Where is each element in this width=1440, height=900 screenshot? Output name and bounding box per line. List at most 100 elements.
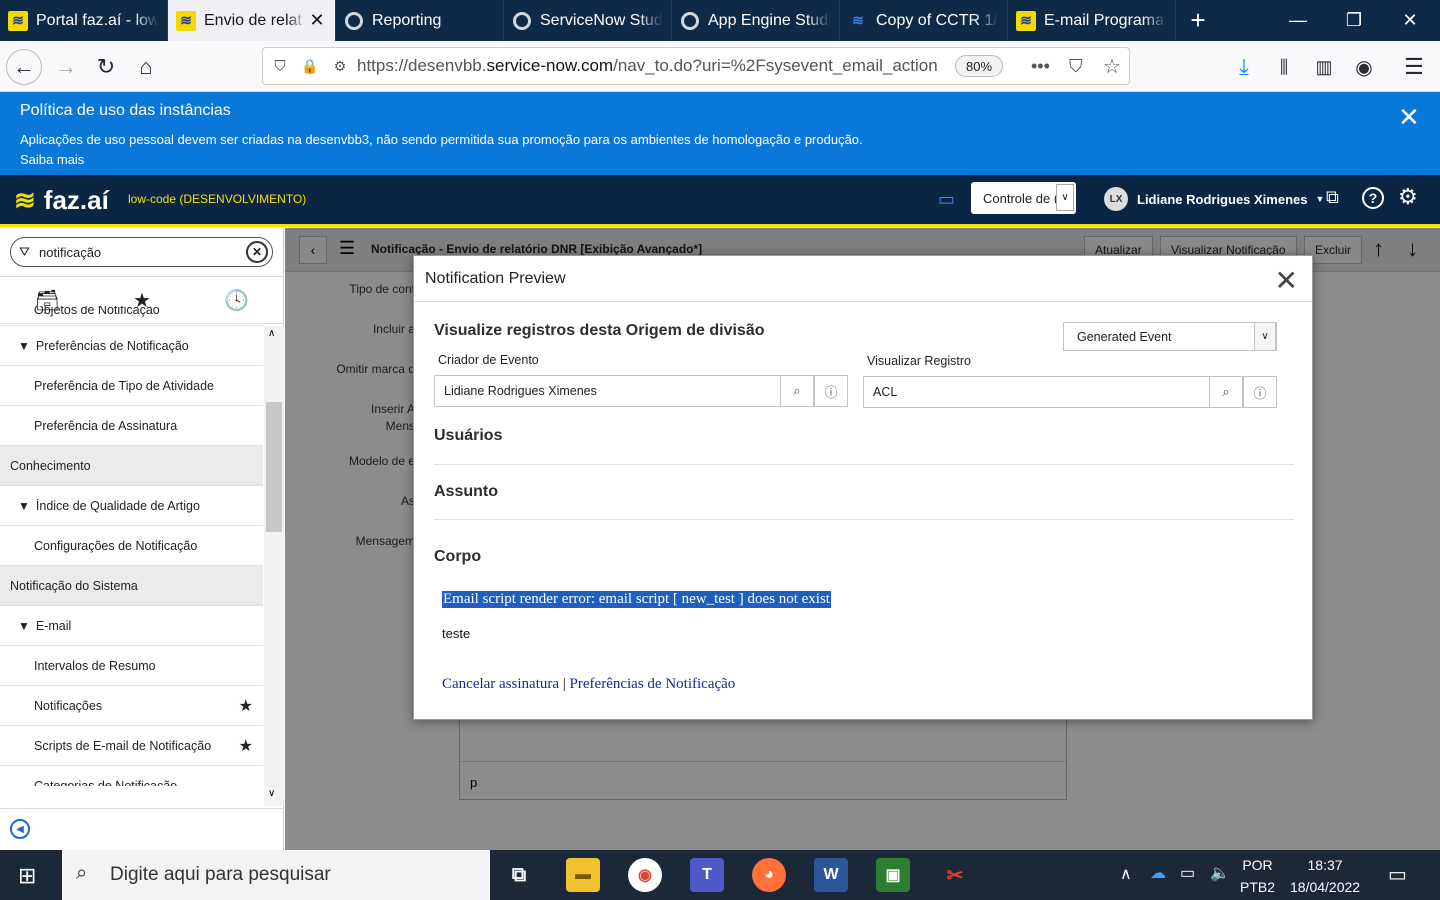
- app-header: ≋ faz.aí low-code (DESENVOLVIMENTO) ▭ Con…: [0, 175, 1440, 227]
- close-modal-icon[interactable]: ✕: [1275, 264, 1298, 297]
- pocket-icon[interactable]: ⛉: [1069, 56, 1083, 77]
- users-heading: Usuários: [434, 427, 503, 444]
- clear-filter-icon[interactable]: ✕: [246, 241, 268, 263]
- scroll-down-icon[interactable]: ∨: [268, 788, 275, 799]
- user-menu[interactable]: LX Lidiane Rodrigues Ximenes ▼: [1104, 187, 1324, 211]
- nav-section[interactable]: Conhecimento: [0, 446, 263, 486]
- nav-item[interactable]: Objetos de Notificação: [0, 306, 263, 326]
- reload-icon[interactable]: ↻: [88, 49, 124, 85]
- help-icon[interactable]: ?: [1362, 187, 1384, 209]
- browser-tab-active[interactable]: ≋ Envio de relat ✕: [168, 0, 336, 41]
- close-tab-icon[interactable]: ✕: [307, 10, 327, 31]
- nav-group[interactable]: ▼ Índice de Qualidade de Artigo: [0, 486, 263, 526]
- expand-triangle-icon[interactable]: ▼: [18, 339, 30, 353]
- minimize-icon[interactable]: —: [1270, 0, 1326, 41]
- nav-item-label: Objetos de Notificação: [34, 306, 160, 317]
- chat-icon[interactable]: ⧉: [1326, 187, 1339, 208]
- teams-icon[interactable]: T: [690, 858, 724, 892]
- info-icon[interactable]: ⓘ: [814, 375, 848, 407]
- unsubscribe-link[interactable]: Cancelar assinatura: [442, 676, 559, 692]
- favorite-star-icon[interactable]: ★: [239, 696, 253, 716]
- tray-chevron-icon[interactable]: ∧: [1120, 864, 1132, 884]
- nav-item[interactable]: Intervalos de Resumo: [0, 646, 263, 686]
- browser-tab[interactable]: ServiceNow Studi: [504, 0, 672, 41]
- account-icon[interactable]: ◉: [1346, 49, 1382, 85]
- more-icon[interactable]: •••: [1031, 56, 1050, 77]
- navigator-filter-input[interactable]: ⛛ notificação ✕: [10, 237, 273, 267]
- left-navigator: ⛛ notificação ✕ 🗃 ★ 🕓 Objetos de Notific…: [0, 228, 284, 850]
- language-indicator[interactable]: POR PTB2: [1240, 854, 1275, 898]
- sidebar-icon[interactable]: ▥: [1306, 49, 1342, 85]
- event-type-select[interactable]: Generated Event ∨: [1063, 322, 1277, 351]
- chrome-icon[interactable]: ◉: [628, 858, 662, 892]
- close-banner-icon[interactable]: ✕: [1398, 102, 1420, 133]
- file-explorer-icon[interactable]: ▬: [566, 858, 600, 892]
- browser-tab[interactable]: App Engine Studi: [672, 0, 840, 41]
- back-icon[interactable]: ←: [6, 49, 42, 85]
- caret-down-icon: ▼: [1315, 194, 1325, 204]
- faz-icon: ≋: [1016, 10, 1036, 31]
- notification-preferences-link[interactable]: Preferências de Notificação: [570, 676, 736, 692]
- browser-tab[interactable]: Reporting: [336, 0, 504, 41]
- url-domain: service-now.com: [486, 56, 614, 75]
- download-icon[interactable]: ⤓: [1226, 49, 1262, 85]
- close-window-icon[interactable]: ✕: [1382, 0, 1438, 41]
- nav-item[interactable]: Scripts de E-mail de Notificação ★: [0, 726, 263, 766]
- taskbar-search-input[interactable]: ⌕ Digite aqui para pesquisar: [62, 850, 490, 900]
- firefox-icon[interactable]: ◕: [752, 858, 786, 892]
- footer-links: Cancelar assinatura | Preferências de No…: [442, 676, 736, 692]
- subject-heading: Assunto: [434, 483, 498, 500]
- snipping-tool-icon[interactable]: ✂: [938, 858, 972, 892]
- app-logo[interactable]: ≋ faz.aí: [14, 185, 109, 216]
- collapse-navigator-icon[interactable]: ◀: [10, 819, 30, 839]
- nav-item[interactable]: Notificações ★: [0, 686, 263, 726]
- expand-triangle-icon[interactable]: ▼: [18, 499, 30, 513]
- search-icon[interactable]: ⌕: [780, 375, 814, 407]
- nav-item[interactable]: Preferência de Tipo de Atividade: [0, 366, 263, 406]
- terminal-icon[interactable]: ▣: [876, 858, 910, 892]
- windows-taskbar: ⊞ ⌕ Digite aqui para pesquisar ⧉ ▬ ◉ T ◕…: [0, 850, 1440, 900]
- browser-tab[interactable]: ≋ Portal faz.aí - low: [0, 0, 168, 41]
- task-view-icon[interactable]: ⧉: [502, 858, 536, 892]
- nav-item[interactable]: Categorias de Notificação: [0, 766, 263, 787]
- banner-more-link[interactable]: Saiba mais: [20, 152, 84, 167]
- nav-group[interactable]: ▼ E-mail: [0, 606, 263, 646]
- window-icon[interactable]: ▭: [938, 189, 955, 210]
- library-icon[interactable]: ⫼: [1266, 49, 1302, 85]
- control-select[interactable]: Controle de (∨: [971, 182, 1076, 214]
- nav-group[interactable]: ▼ Preferências de Notificação: [0, 326, 263, 366]
- clock[interactable]: 18:37 18/04/2022: [1290, 854, 1360, 898]
- menu-icon[interactable]: ☰: [1396, 49, 1432, 85]
- expand-triangle-icon[interactable]: ▼: [18, 619, 30, 633]
- browser-toolbar: ← → ↻ ⌂ ⛉ 🔒 ⚙ https://desenvbb. service-n…: [0, 41, 1440, 92]
- zoom-level[interactable]: 80%: [955, 55, 1003, 77]
- battery-icon[interactable]: ▭: [1180, 863, 1195, 883]
- url-bar[interactable]: ⛉ 🔒 ⚙ https://desenvbb. service-now.com/n…: [262, 47, 1130, 85]
- view-record-field[interactable]: ACL ⌕ ⓘ: [863, 376, 1277, 408]
- event-creator-field[interactable]: Lidiane Rodrigues Ximenes ⌕ ⓘ: [434, 375, 848, 407]
- nav-item[interactable]: Configurações de Notificação: [0, 526, 263, 566]
- body-heading: Corpo: [434, 548, 482, 565]
- forward-icon[interactable]: →: [48, 49, 84, 85]
- navigator-list: Objetos de Notificação ▼ Preferências de N…: [0, 306, 263, 786]
- nav-item[interactable]: Preferência de Assinatura: [0, 406, 263, 446]
- browser-tab[interactable]: ≋ E-mail Programa: [1008, 0, 1176, 41]
- restore-icon[interactable]: ❐: [1326, 0, 1382, 41]
- windows-start-icon[interactable]: ⊞: [18, 863, 36, 889]
- navigator-scrollbar[interactable]: ∧ ∨: [264, 326, 284, 806]
- volume-icon[interactable]: 🔈: [1210, 863, 1230, 883]
- browser-tab[interactable]: ≋ Copy of CCTR 1/2: [840, 0, 1008, 41]
- bookmark-star-icon[interactable]: ☆: [1103, 54, 1121, 79]
- notifications-icon[interactable]: ▭: [1388, 862, 1407, 887]
- home-icon[interactable]: ⌂: [128, 49, 164, 85]
- onedrive-icon[interactable]: ☁: [1150, 863, 1166, 883]
- modal-title: Notification Preview: [425, 270, 566, 287]
- nav-section[interactable]: Notificação do Sistema: [0, 566, 263, 606]
- nav-item-label: Categorias de Notificação: [34, 778, 178, 787]
- new-tab-icon[interactable]: +: [1176, 0, 1220, 41]
- info-icon[interactable]: ⓘ: [1243, 376, 1277, 408]
- settings-gear-icon[interactable]: ⚙: [1398, 184, 1418, 210]
- search-icon[interactable]: ⌕: [1209, 376, 1243, 408]
- word-icon[interactable]: W: [814, 858, 848, 892]
- favorite-star-icon[interactable]: ★: [239, 736, 253, 756]
